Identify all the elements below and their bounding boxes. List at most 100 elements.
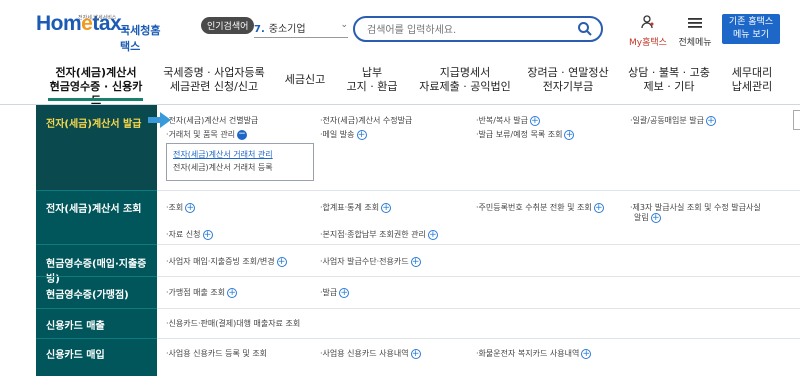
link-rrn-convert[interactable]: ·주민등록번호 수취분 전환 및 조회 + — [476, 202, 604, 213]
legacy-menu-button[interactable]: 기존 홈택스 메뉴 보기 — [722, 14, 780, 44]
expand-icon[interactable]: + — [427, 229, 438, 240]
nav-payment[interactable]: 납부 고지 · 환급 — [344, 66, 400, 94]
expand-icon[interactable]: + — [381, 202, 392, 213]
row-divider — [157, 308, 800, 309]
expand-icon[interactable]: + — [650, 212, 661, 223]
link-card-sales[interactable]: ·신용카드·판매(결제)대행 매출자료 조회 — [166, 318, 300, 329]
nav-incentive[interactable]: 장려금 · 연말정산 전자기부금 — [526, 66, 610, 94]
nav-label-1: 상담 · 불복 · 고충 — [628, 66, 710, 79]
expand-icon[interactable]: + — [185, 202, 196, 213]
nav-label-2: 세금관련 신청/신고 — [169, 80, 259, 93]
logo-subtitle: 전자세 납세서비스 — [78, 15, 117, 21]
hamburger-icon — [688, 18, 702, 28]
row-divider — [157, 190, 800, 191]
link-text: 일괄/공동매입분 발급 — [632, 116, 705, 125]
link-third-party-cont[interactable]: 알림 + — [634, 212, 661, 223]
category-credit-purchase[interactable]: 신용카드 매입 — [36, 346, 157, 361]
expand-icon[interactable]: + — [593, 202, 604, 213]
link-text: 사업자 발급수단·전용카드 — [322, 257, 409, 266]
nav-statement[interactable]: 지급명세서 자료제출 · 공익법인 — [414, 66, 516, 94]
search-input[interactable] — [367, 22, 567, 38]
row-divider — [157, 276, 800, 277]
category-credit-sales[interactable]: 신용카드 매출 — [36, 317, 157, 332]
expand-icon[interactable]: + — [227, 287, 238, 298]
link-summary-stats[interactable]: ·합계표·통계 조회 + — [320, 202, 392, 213]
nav-label-1: 지급명세서 — [439, 66, 491, 79]
category-divider — [36, 338, 157, 339]
search-box — [353, 16, 603, 42]
category-cash-receipt-merchant[interactable]: 현금영수증(가맹점) — [36, 286, 157, 301]
expand-icon[interactable]: + — [706, 115, 717, 126]
link-amend-issue[interactable]: ·전자(세금)계산서 수정발급 — [320, 115, 412, 126]
nav-label-1: 세무대리 — [731, 66, 773, 79]
link-text: 발급 보류/예정 목록 조회 — [478, 130, 563, 139]
my-hometax-button[interactable]: My홈택스 — [626, 14, 670, 48]
my-hometax-label: My홈택스 — [629, 38, 667, 48]
link-purchase-evidence[interactable]: ·사업자 매입·지출증빙 조회/변경 + — [166, 256, 287, 267]
nav-label-2: 자료제출 · 공익법인 — [419, 80, 511, 93]
link-text: 메일 발송 — [322, 130, 355, 139]
expand-icon[interactable]: + — [410, 348, 421, 359]
link-repeat-issue[interactable]: ·반복/복사 발급 + — [476, 115, 540, 126]
search-icon[interactable] — [577, 21, 593, 37]
link-text: 전자(세금)계산서 수정발급 — [322, 116, 413, 125]
expand-icon[interactable]: + — [356, 129, 367, 140]
link-bulk-issue[interactable]: ·일괄/공동매입분 발급 + — [630, 115, 717, 126]
category-divider — [36, 190, 157, 191]
nav-certificate[interactable]: 국세증명 · 사업자등록 세금관련 신청/신고 — [162, 66, 266, 94]
expand-icon[interactable]: + — [564, 129, 575, 140]
link-text: 거래처 및 품목 관리 — [168, 130, 236, 139]
expand-icon[interactable]: + — [529, 115, 540, 126]
link-welfare-card[interactable]: ·화물운전자 복지카드 사용내역 + — [476, 348, 592, 359]
link-text: 사업용 신용카드 사용내역 — [322, 349, 409, 358]
link-send-mail[interactable]: ·메일 발송 + — [320, 129, 367, 140]
expand-icon[interactable]: + — [202, 229, 213, 240]
expand-icon[interactable]: + — [581, 348, 592, 359]
link-text: 제3자 발급사실 조회 및 수정 발급사실 — [632, 203, 761, 212]
expand-icon[interactable]: + — [410, 256, 421, 267]
link-merchant-sales[interactable]: ·가맹점 매출 조회 + — [166, 287, 238, 298]
nav-active-underline — [48, 98, 143, 101]
category-cash-receipt-purchase[interactable]: 현금영수증(매입·지출증빙) — [36, 255, 157, 285]
link-text: 신용카드·판매(결제)대행 매출자료 조회 — [168, 319, 301, 328]
link-inquiry[interactable]: ·조회 + — [166, 202, 196, 213]
link-single-issue[interactable]: ·전자(세금)계산서 건별발급 — [166, 115, 258, 126]
link-card-usage[interactable]: ·사업용 신용카드 사용내역 + — [320, 348, 421, 359]
legacy-menu-line2: 메뉴 보기 — [733, 30, 769, 40]
link-data-request[interactable]: ·자료 신청 + — [166, 229, 213, 240]
link-text: 합계표·통계 조회 — [322, 203, 380, 212]
link-text: 사업용 신용카드 등록 및 조회 — [168, 349, 268, 358]
collapse-icon[interactable]: − — [237, 129, 248, 140]
nav-label-1: 납부 — [361, 66, 383, 79]
nav-label-1: 장려금 · 연말정산 — [527, 66, 609, 79]
nav-e-invoice[interactable]: 전자(세금)계산서현금영수증 · 신용카드 — [46, 66, 146, 108]
nav-consult[interactable]: 상담 · 불복 · 고충 제보 · 기타 — [628, 66, 710, 94]
nav-label-1: 전자(세금)계산서 — [55, 66, 137, 79]
expand-icon[interactable]: + — [339, 287, 350, 298]
nav-tax-return[interactable]: 세금신고 — [280, 73, 330, 87]
popular-keyword: 중소기업 — [268, 24, 306, 35]
side-scroll-handle[interactable] — [793, 110, 800, 130]
popular-keyword-select[interactable]: 7. 중소기업 ⌄ — [254, 20, 348, 38]
popular-rank: 7. — [254, 24, 265, 35]
expand-icon[interactable]: + — [276, 256, 287, 267]
link-text: 주민등록번호 수취분 전환 및 조회 — [478, 203, 592, 212]
submenu-partner-manage[interactable]: 전자(세금)계산서 거래처 관리 — [173, 148, 307, 161]
all-menu-button[interactable]: 전체메뉴 — [675, 14, 715, 48]
link-text: 본지점·종합납부 조회권한 관리 — [322, 230, 426, 239]
link-branch-permission[interactable]: ·본지점·종합납부 조회권한 관리 + — [320, 229, 438, 240]
link-hold-list[interactable]: ·발급 보류/예정 목록 조회 + — [476, 129, 575, 140]
category-issue[interactable]: 전자(세금)계산서 발급 — [36, 105, 157, 190]
category-divider — [36, 276, 157, 277]
nav-agent[interactable]: 세무대리 납세관리 — [724, 66, 780, 94]
hometax-logo[interactable]: Hometax. 전자세 납세서비스 국세청홈택스 — [36, 12, 166, 53]
link-issue[interactable]: ·발급 + — [320, 287, 350, 298]
nav-label-1: 세금신고 — [284, 73, 326, 86]
link-card-register[interactable]: ·사업용 신용카드 등록 및 조회 — [166, 348, 267, 359]
logo-korean-name: 국세청홈택스 — [120, 24, 161, 53]
link-partner-manage[interactable]: ·거래처 및 품목 관리 − — [166, 129, 248, 140]
category-inquiry[interactable]: 전자(세금)계산서 조회 — [36, 200, 157, 215]
link-text: 조회 — [168, 203, 184, 212]
link-issue-means[interactable]: ·사업자 발급수단·전용카드 + — [320, 256, 421, 267]
submenu-partner-register[interactable]: 전자(세금)계산서 거래처 등록 — [173, 161, 307, 174]
